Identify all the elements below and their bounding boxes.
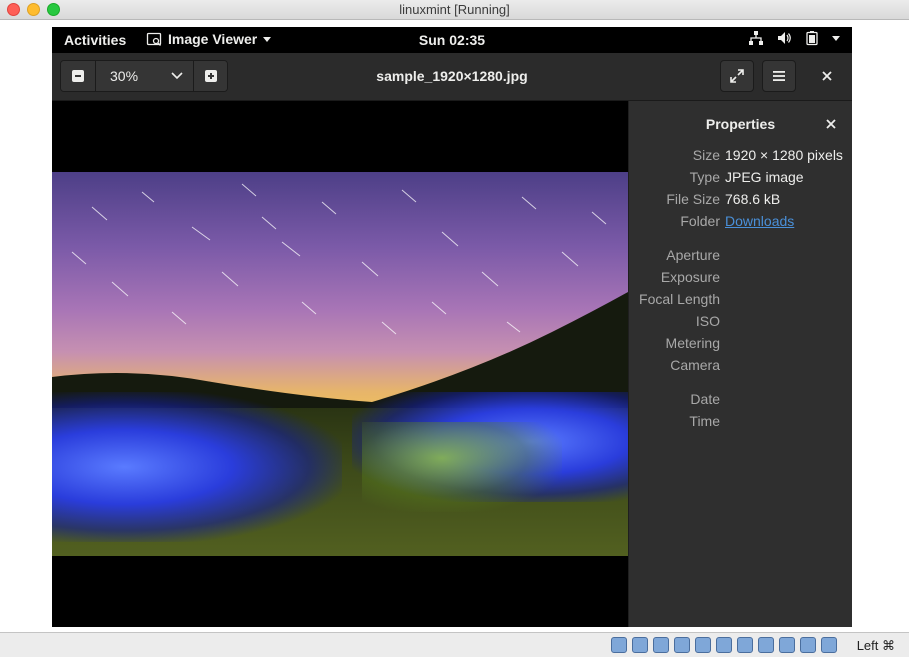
battery-icon (806, 31, 818, 46)
property-label: Date (690, 391, 720, 407)
audio-icon[interactable] (653, 637, 669, 653)
property-label: Folder (680, 213, 720, 229)
host-window-title: linuxmint [Running] (399, 2, 510, 17)
system-menu-chevron-icon (832, 35, 840, 41)
host-titlebar: linuxmint [Running] (0, 0, 909, 20)
fullscreen-button[interactable] (720, 60, 754, 92)
hard-disk-icon[interactable] (611, 637, 627, 653)
network-icon (749, 31, 763, 45)
image-display-area[interactable] (52, 101, 628, 627)
property-label: File Size (666, 191, 720, 207)
displayed-photo[interactable] (52, 172, 628, 556)
property-value: JPEG image (725, 169, 804, 185)
property-label: Size (692, 147, 720, 163)
property-row-time: Time (629, 413, 852, 433)
property-label: Metering (665, 335, 720, 351)
fullscreen-icon (730, 69, 744, 83)
gnome-top-bar: Activities Image Viewer Sun 02:35 (52, 27, 852, 53)
property-row-date: Date (629, 391, 852, 411)
property-label: Focal Length (639, 291, 720, 307)
property-label: ISO (695, 313, 720, 329)
property-row-size: Size 1920 × 1280 pixels (629, 147, 852, 167)
optical-drive-icon[interactable] (632, 637, 648, 653)
property-row-focal-length: Focal Length (629, 291, 852, 311)
vm-status-icons (611, 637, 837, 653)
usb-icon[interactable] (695, 637, 711, 653)
vm-screen: Activities Image Viewer Sun 02:35 30% sa… (52, 27, 852, 627)
property-row-folder: Folder Downloads (629, 213, 852, 233)
display-icon[interactable] (737, 637, 753, 653)
video-capture-icon[interactable] (758, 637, 774, 653)
hamburger-menu-icon (773, 71, 785, 81)
main-menu-button[interactable] (762, 60, 796, 92)
mouse-integration-icon[interactable] (800, 637, 816, 653)
close-button[interactable] (810, 60, 844, 92)
volume-icon (778, 32, 791, 44)
host-key-label: Left ⌘ (856, 638, 895, 653)
property-label: Exposure (660, 269, 720, 285)
close-properties-icon[interactable] (824, 117, 838, 131)
property-row-file-size: File Size 768.6 kB (629, 191, 852, 211)
photo-star-trails (52, 183, 628, 422)
keyboard-capture-icon[interactable] (821, 637, 837, 653)
property-label: Aperture (666, 247, 720, 263)
property-row-aperture: Aperture (629, 247, 852, 267)
header-bar: 30% sample_1920×1280.jpg (52, 53, 852, 101)
property-label: Type (689, 169, 720, 185)
network-adapter-icon[interactable] (674, 637, 690, 653)
property-row-type: Type JPEG image (629, 169, 852, 189)
properties-sidebar: Properties Size 1920 × 1280 pixels Type … (628, 101, 852, 627)
property-row-exposure: Exposure (629, 269, 852, 289)
property-value: 768.6 kB (725, 191, 781, 207)
property-row-metering: Metering (629, 335, 852, 355)
property-label: Time (689, 413, 720, 429)
cpu-icon[interactable] (779, 637, 795, 653)
vm-status-bar: Left ⌘ (0, 632, 909, 657)
system-menu[interactable] (748, 30, 840, 46)
property-label: Camera (670, 357, 720, 373)
shared-folders-icon[interactable] (716, 637, 732, 653)
property-row-camera: Camera (629, 357, 852, 377)
close-icon (822, 71, 832, 81)
property-row-iso: ISO (629, 313, 852, 333)
clock[interactable]: Sun 02:35 (52, 32, 852, 48)
photo-light-trail-left (52, 392, 342, 542)
folder-link[interactable]: Downloads (725, 213, 794, 229)
photo-grass-highlight (362, 422, 562, 512)
property-value: 1920 × 1280 pixels (725, 147, 843, 163)
properties-title: Properties (705, 116, 776, 132)
